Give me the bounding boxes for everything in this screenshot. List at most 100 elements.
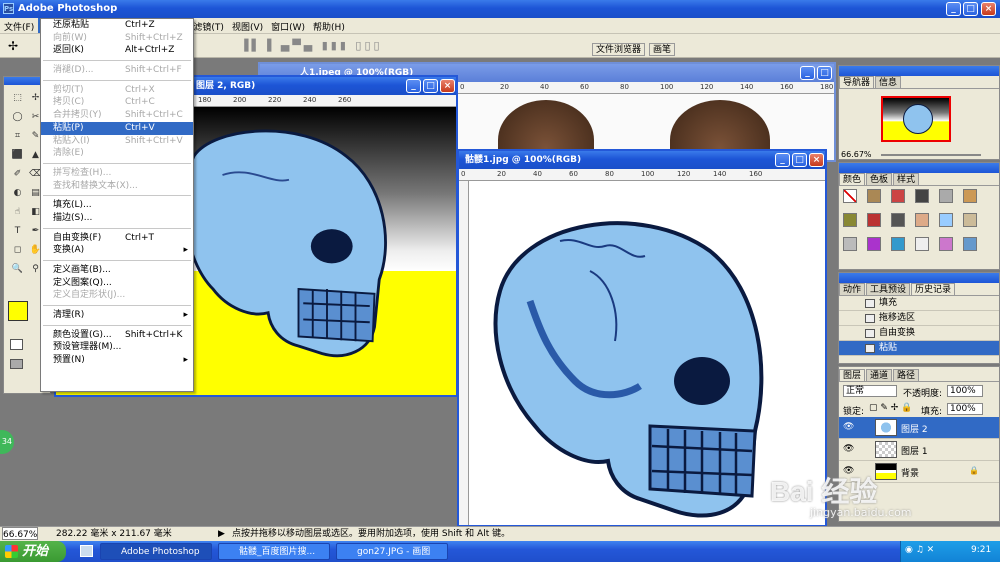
style-swatch[interactable] <box>891 213 905 227</box>
quicklaunch-icon[interactable] <box>80 545 93 557</box>
move-tool-icon[interactable]: ✢ <box>8 39 18 53</box>
style-swatch[interactable] <box>939 237 953 251</box>
style-swatch[interactable] <box>891 189 905 203</box>
opacity-input[interactable]: 100% <box>947 385 983 397</box>
restore-icon[interactable]: □ <box>963 2 978 16</box>
panel-tab[interactable]: 信息 <box>875 76 902 88</box>
panel-tab[interactable]: 导航器 <box>839 76 875 88</box>
menu-6[interactable]: 视图(V) <box>228 18 267 33</box>
task-photoshop[interactable]: Adobe Photoshop <box>100 543 212 560</box>
style-swatch[interactable] <box>843 237 857 251</box>
tool-icon[interactable]: T <box>10 224 25 238</box>
minimize-icon[interactable]: _ <box>406 79 421 93</box>
tool-icon[interactable]: ⌗ <box>10 129 25 143</box>
style-swatch[interactable] <box>843 189 857 203</box>
lock-icons[interactable]: ▢ ✎ ✢ 🔒 <box>869 403 912 413</box>
menu-8[interactable]: 帮助(H) <box>309 18 349 33</box>
panel-tab[interactable]: 通道 <box>866 369 893 381</box>
close-icon[interactable]: × <box>440 79 455 93</box>
menu-7[interactable]: 窗口(W) <box>267 18 309 33</box>
panel-tab[interactable]: 色板 <box>866 173 893 185</box>
style-swatch[interactable] <box>915 189 929 203</box>
tool-icon[interactable]: ⬚ <box>10 91 25 105</box>
edit-menu-item[interactable]: 描边(S)... <box>41 212 193 225</box>
start-button[interactable]: 开始 <box>0 541 66 562</box>
style-swatch[interactable] <box>843 213 857 227</box>
close-icon[interactable]: × <box>981 2 996 16</box>
style-swatch[interactable] <box>915 213 929 227</box>
brushes-tab[interactable]: 画笔 <box>649 43 676 56</box>
style-swatch[interactable] <box>939 189 953 203</box>
tray-icons[interactable]: ◉ ♫ ✕ <box>905 545 934 555</box>
panel-tab[interactable]: 工具预设 <box>866 283 911 295</box>
maximize-icon[interactable]: □ <box>817 66 832 80</box>
edit-menu-item[interactable]: 自由变换(F) Ctrl+T <box>41 232 193 245</box>
eye-icon[interactable]: 👁 <box>843 422 854 432</box>
style-swatch[interactable] <box>963 237 977 251</box>
panel-tab[interactable]: 图层 <box>839 369 866 381</box>
tool-icon[interactable]: ☝ <box>10 205 25 219</box>
quick-mask-icon[interactable] <box>10 339 23 350</box>
tool-icon[interactable]: ✐ <box>10 167 25 181</box>
panel-tab[interactable]: 路径 <box>893 369 920 381</box>
style-swatch[interactable] <box>915 237 929 251</box>
style-swatch[interactable] <box>867 189 881 203</box>
style-swatch[interactable] <box>963 189 977 203</box>
zoom-slider[interactable] <box>881 154 981 156</box>
history-item[interactable]: 填充 <box>839 296 999 311</box>
panel-tab[interactable]: 样式 <box>893 173 920 185</box>
edit-menu-item[interactable]: 返回(K) Alt+Ctrl+Z <box>41 44 193 57</box>
style-swatch[interactable] <box>963 213 977 227</box>
history-item[interactable]: 自由变换 <box>839 326 999 341</box>
close-icon[interactable]: × <box>809 153 824 167</box>
history-item[interactable]: 拖移选区 <box>839 311 999 326</box>
edit-menu-item[interactable]: 变换(A) ▸ <box>41 244 193 257</box>
navigator-zoom[interactable]: 66.67% <box>841 150 872 159</box>
panel-tab[interactable]: 动作 <box>839 283 866 295</box>
tool-icon[interactable]: ⬛ <box>10 148 25 162</box>
panel-tab[interactable]: 颜色 <box>839 173 866 185</box>
blend-mode-select[interactable]: 正常 <box>843 385 897 397</box>
tool-icon[interactable]: ◻ <box>10 243 25 257</box>
edit-menu-item[interactable]: 定义图案(Q)... <box>41 277 193 290</box>
edit-menu-item[interactable]: 清理(R) ▸ <box>41 309 193 322</box>
menu-0[interactable]: 文件(F) <box>0 18 38 33</box>
floating-badge[interactable]: 34 <box>0 430 14 454</box>
style-swatch[interactable] <box>867 213 881 227</box>
history-item[interactable]: 粘贴 <box>839 341 999 356</box>
edit-menu-item[interactable]: 粘贴(P) Ctrl+V <box>41 121 193 135</box>
foreground-color-swatch[interactable] <box>8 301 28 321</box>
minimize-icon[interactable]: _ <box>946 2 961 16</box>
file-browser-tab[interactable]: 文件浏览器 <box>592 43 646 56</box>
maximize-icon[interactable]: □ <box>792 153 807 167</box>
screen-mode-icon[interactable] <box>10 359 23 369</box>
status-arrow-icon[interactable]: ▶ <box>218 527 225 541</box>
edit-menu-item[interactable]: 颜色设置(G)... Shift+Ctrl+K <box>41 329 193 342</box>
menu-5[interactable]: 滤镜(T) <box>189 18 228 33</box>
tool-icon[interactable]: ◐ <box>10 186 25 200</box>
menu-item-shortcut: Ctrl+X <box>125 84 155 95</box>
tool-icon[interactable]: ◯ <box>10 110 25 124</box>
style-swatch[interactable] <box>867 237 881 251</box>
align-icons[interactable]: ▐▌▐ ▄▀▄ ▮▮▮ ▯▯▯ <box>240 39 383 52</box>
panel-tab[interactable]: 历史记录 <box>911 283 956 295</box>
edit-menu-item[interactable]: 预设管理器(M)... <box>41 341 193 354</box>
style-swatch[interactable] <box>939 213 953 227</box>
eye-icon[interactable]: 👁 <box>843 444 854 454</box>
layer-row[interactable]: 👁 图层 1 <box>839 439 999 461</box>
task-browser[interactable]: 骷髅_百度图片搜... <box>218 543 330 560</box>
tool-icon[interactable]: 🔍 <box>10 262 25 276</box>
style-swatch[interactable] <box>891 237 905 251</box>
status-zoom[interactable]: 66.67% <box>2 527 38 540</box>
edit-menu-item[interactable]: 定义画笔(B)... <box>41 264 193 277</box>
task-paint[interactable]: gon27.JPG - 画图 <box>336 543 448 560</box>
minimize-icon[interactable]: _ <box>775 153 790 167</box>
edit-menu-item[interactable]: 还原粘贴 Ctrl+Z <box>41 19 193 32</box>
edit-menu-item[interactable]: 预置(N) ▸ <box>41 354 193 367</box>
navigator-thumbnail[interactable] <box>881 96 951 142</box>
edit-menu-item[interactable]: 填充(L)... <box>41 199 193 212</box>
layer-row[interactable]: 👁 图层 2 <box>839 417 999 439</box>
minimize-icon[interactable]: _ <box>800 66 815 80</box>
fill-input[interactable]: 100% <box>947 403 983 415</box>
maximize-icon[interactable]: □ <box>423 79 438 93</box>
